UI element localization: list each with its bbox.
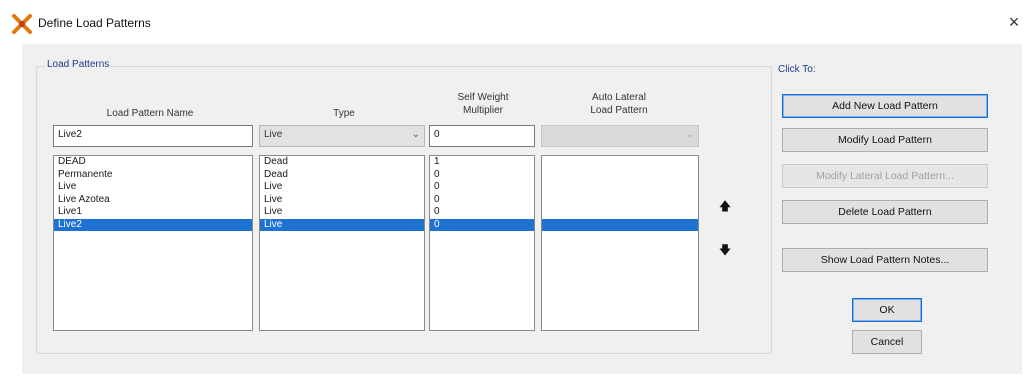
pattern-type-list[interactable]: Dead Dead Live Live Live Live: [259, 155, 425, 331]
pattern-name-row[interactable]: Live1: [54, 206, 252, 219]
pattern-type-select[interactable]: Live ⌄: [259, 125, 425, 147]
click-to-group-title: Click To:: [776, 64, 818, 75]
auto-lateral-row[interactable]: [542, 218, 698, 231]
arrow-up-icon[interactable]: 🡅: [717, 197, 733, 215]
pattern-type-row[interactable]: Live: [260, 194, 424, 207]
column-header-type: Type: [333, 108, 355, 119]
cancel-button[interactable]: Cancel: [852, 330, 922, 354]
pattern-name-row[interactable]: Live: [54, 181, 252, 194]
chevron-down-icon: ⌄: [685, 129, 694, 140]
column-header-name: Load Pattern Name: [106, 108, 194, 119]
pattern-name-input[interactable]: Live2: [53, 125, 253, 147]
self-weight-multiplier-input[interactable]: 0: [429, 125, 535, 147]
column-header-auto-lateral-line1: Auto Lateral: [592, 92, 646, 103]
pattern-type-value: Live: [264, 129, 283, 140]
self-weight-row[interactable]: 0: [430, 169, 534, 182]
pattern-name-row[interactable]: Permanente: [54, 169, 252, 182]
column-header-self-weight: Self Weight Multiplier: [429, 91, 537, 117]
arrow-down-icon[interactable]: 🡇: [717, 241, 733, 259]
app-icon: [12, 14, 32, 34]
column-header-self-weight-line1: Self Weight: [457, 92, 509, 103]
self-weight-row[interactable]: 1: [430, 156, 534, 169]
self-weight-row[interactable]: 0: [430, 194, 534, 207]
modify-load-pattern-button[interactable]: Modify Load Pattern: [782, 128, 988, 152]
auto-lateral-row[interactable]: [542, 169, 698, 182]
column-header-self-weight-line2: Multiplier: [462, 105, 503, 116]
pattern-name-row[interactable]: Live Azotea: [54, 194, 252, 207]
add-new-load-pattern-button[interactable]: Add New Load Pattern: [782, 94, 988, 118]
auto-lateral-list[interactable]: [541, 155, 699, 331]
auto-lateral-row[interactable]: [542, 156, 698, 169]
self-weight-row[interactable]: 0: [430, 206, 534, 219]
pattern-type-row[interactable]: Live: [260, 206, 424, 219]
self-weight-row[interactable]: 0: [430, 218, 534, 231]
auto-lateral-row[interactable]: [542, 181, 698, 194]
load-patterns-group-title: Load Patterns: [45, 59, 112, 70]
self-weight-list[interactable]: 100000: [429, 155, 535, 331]
auto-lateral-row[interactable]: [542, 206, 698, 219]
pattern-type-row[interactable]: Live: [260, 181, 424, 194]
pattern-type-row[interactable]: Dead: [260, 156, 424, 169]
auto-lateral-row[interactable]: [542, 194, 698, 207]
click-to-group: Click To: Add New Load Pattern Modify Lo…: [768, 64, 1002, 286]
delete-load-pattern-button[interactable]: Delete Load Pattern: [782, 200, 988, 224]
title-bar: Define Load Patterns ×: [0, 0, 1027, 44]
pattern-name-row[interactable]: Live2: [54, 218, 252, 231]
chevron-down-icon: ⌄: [411, 129, 420, 140]
column-header-auto-lateral: Auto Lateral Load Pattern: [541, 91, 697, 117]
self-weight-row[interactable]: 0: [430, 181, 534, 194]
define-load-patterns-dialog: Define Load Patterns × Load Patterns Loa…: [0, 0, 1027, 376]
show-load-pattern-notes-button[interactable]: Show Load Pattern Notes...: [782, 248, 988, 272]
pattern-name-row[interactable]: DEAD: [54, 156, 252, 169]
close-button[interactable]: ×: [1004, 12, 1024, 32]
pattern-name-list[interactable]: DEAD Permanente Live Live Azotea Live1 Live2: [53, 155, 253, 331]
ok-button[interactable]: OK: [852, 298, 922, 322]
load-patterns-group: Load Patterns Load Pattern Name Type Sel…: [36, 59, 772, 354]
pattern-type-row[interactable]: Live: [260, 218, 424, 231]
dialog-body: Load Patterns Load Pattern Name Type Sel…: [22, 44, 1022, 374]
window-title: Define Load Patterns: [38, 16, 151, 30]
modify-lateral-load-pattern-button: Modify Lateral Load Pattern...: [782, 164, 988, 188]
auto-lateral-select: ⌄: [541, 125, 699, 147]
pattern-type-row[interactable]: Dead: [260, 169, 424, 182]
column-header-auto-lateral-line2: Load Pattern: [590, 105, 648, 116]
